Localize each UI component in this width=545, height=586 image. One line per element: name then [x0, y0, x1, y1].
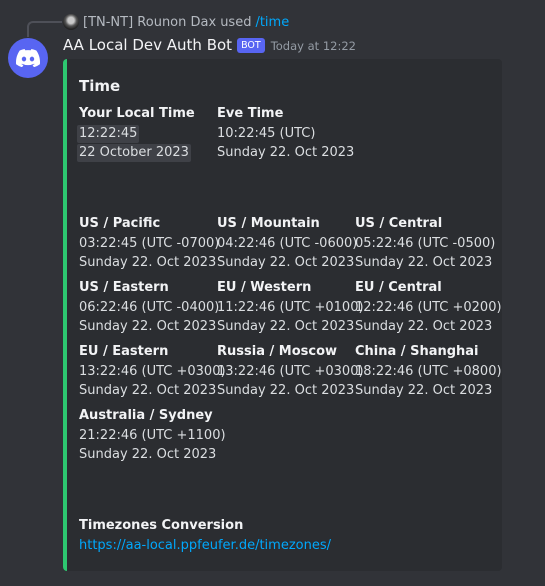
- field-date: Sunday 22. Oct 2023: [79, 383, 217, 398]
- reply-username[interactable]: [TN-NT] Rounon Dax: [83, 15, 216, 30]
- field-timezones-conversion: Timezones Conversion https://aa-local.pp…: [79, 516, 479, 555]
- bot-username[interactable]: AA Local Dev Auth Bot: [63, 36, 232, 54]
- field-name: US / Mountain: [217, 216, 320, 231]
- local-time-value[interactable]: 12:22:45: [77, 125, 140, 143]
- field-name: US / Pacific: [79, 216, 161, 231]
- field-name: EU / Central: [355, 280, 442, 295]
- field-zone-eu-western: EU / Western 11:22:46 (UTC +0100) Sunday 2…: [217, 278, 364, 336]
- field-zone-china-shanghai: China / Shanghai 18:22:46 (UTC +0800) Sund…: [355, 342, 502, 400]
- field-date: Sunday 22. Oct 2023: [79, 319, 217, 334]
- field-time: 18:22:46 (UTC +0800): [355, 364, 502, 379]
- field-zone-eu-eastern: EU / Eastern 13:22:46 (UTC +0300) Sunday 2…: [79, 342, 226, 400]
- message-timestamp[interactable]: Today at 12:22: [271, 39, 356, 53]
- used-text: used: [220, 14, 252, 30]
- field-name: EU / Eastern: [79, 344, 169, 359]
- field-time: 04:22:46 (UTC -0600): [217, 236, 358, 251]
- bot-badge: BOT: [237, 37, 265, 53]
- field-time: 11:22:46 (UTC +0100): [217, 300, 364, 315]
- user-avatar-small[interactable]: [63, 14, 79, 30]
- embed-title: Time: [79, 77, 121, 95]
- field-zone-eu-central: EU / Central 12:22:46 (UTC +0200) Sunday 2…: [355, 278, 502, 336]
- field-date: Sunday 22. Oct 2023: [355, 319, 493, 334]
- field-zone-australia-sydney: Australia / Sydney 21:22:46 (UTC +1100) Su…: [79, 406, 226, 464]
- field-name: Australia / Sydney: [79, 408, 213, 423]
- field-zone-us-pacific: US / Pacific 03:22:45 (UTC -0700) Sunday 2…: [79, 214, 220, 272]
- field-date: Sunday 22. Oct 2023: [217, 255, 355, 270]
- field-name: China / Shanghai: [355, 344, 479, 359]
- field-zone-us-mountain: US / Mountain 04:22:46 (UTC -0600) Sunday …: [217, 214, 358, 272]
- time-embed: Time Your Local Time 12:22:45 22 October…: [63, 59, 502, 571]
- discord-logo-icon: [16, 49, 40, 67]
- field-eve-time: Eve Time 10:22:45 (UTC) Sunday 22. Oct 2…: [217, 104, 355, 162]
- field-date: Sunday 22. Oct 2023: [217, 145, 355, 160]
- field-zone-us-central: US / Central 05:22:46 (UTC -0500) Sunday 2…: [355, 214, 496, 272]
- field-date: Sunday 22. Oct 2023: [217, 319, 355, 334]
- field-local-time: Your Local Time 12:22:45 22 October 2023: [77, 104, 217, 162]
- field-date: Sunday 22. Oct 2023: [79, 255, 217, 270]
- local-date-value[interactable]: 22 October 2023: [77, 144, 191, 162]
- field-name: Timezones Conversion: [79, 518, 244, 533]
- field-time: 13:22:46 (UTC +0300): [79, 364, 226, 379]
- field-time: 10:22:45 (UTC): [217, 126, 316, 141]
- field-name: Russia / Moscow: [217, 344, 338, 359]
- field-name: EU / Western: [217, 280, 312, 295]
- field-time: 13:22:46 (UTC +0300): [217, 364, 364, 379]
- field-name: Your Local Time: [79, 106, 195, 121]
- field-date: Sunday 22. Oct 2023: [79, 447, 217, 462]
- bot-avatar[interactable]: [8, 38, 48, 78]
- field-time: 03:22:45 (UTC -0700): [79, 236, 220, 251]
- message-header: AA Local Dev Auth Bot BOT Today at 12:22: [63, 36, 356, 54]
- field-name: Eve Time: [217, 106, 284, 121]
- field-date: Sunday 22. Oct 2023: [355, 383, 493, 398]
- field-name: US / Eastern: [79, 280, 169, 295]
- field-time: 05:22:46 (UTC -0500): [355, 236, 496, 251]
- slash-command[interactable]: /time: [255, 15, 289, 30]
- field-zone-us-eastern: US / Eastern 06:22:46 (UTC -0400) Sunday 2…: [79, 278, 220, 336]
- field-date: Sunday 22. Oct 2023: [217, 383, 355, 398]
- field-time: 21:22:46 (UTC +1100): [79, 428, 226, 443]
- field-name: US / Central: [355, 216, 443, 231]
- timezones-conversion-link[interactable]: https://aa-local.ppfeufer.de/timezones/: [79, 538, 331, 553]
- field-time: 06:22:46 (UTC -0400): [79, 300, 220, 315]
- field-date: Sunday 22. Oct 2023: [355, 255, 493, 270]
- field-time: 12:22:46 (UTC +0200): [355, 300, 502, 315]
- reply-connector-line: [27, 21, 62, 37]
- field-zone-russia-moscow: Russia / Moscow 13:22:46 (UTC +0300) Sunda…: [217, 342, 364, 400]
- command-reply-context: [TN-NT] Rounon Dax used /time: [63, 14, 289, 30]
